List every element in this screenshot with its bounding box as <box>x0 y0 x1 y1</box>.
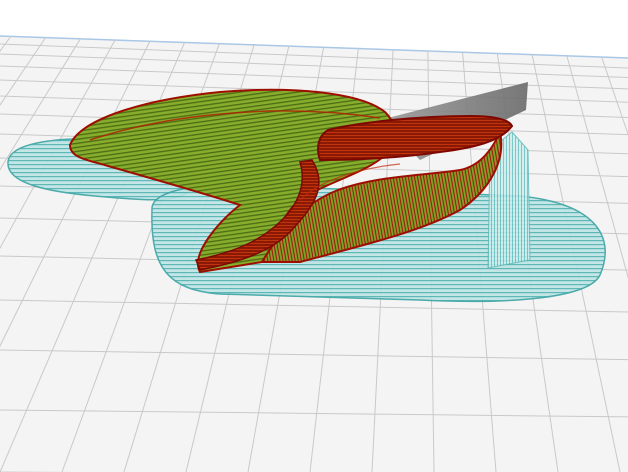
layer-preview-scene[interactable] <box>0 0 628 472</box>
3d-viewport[interactable] <box>0 0 628 472</box>
